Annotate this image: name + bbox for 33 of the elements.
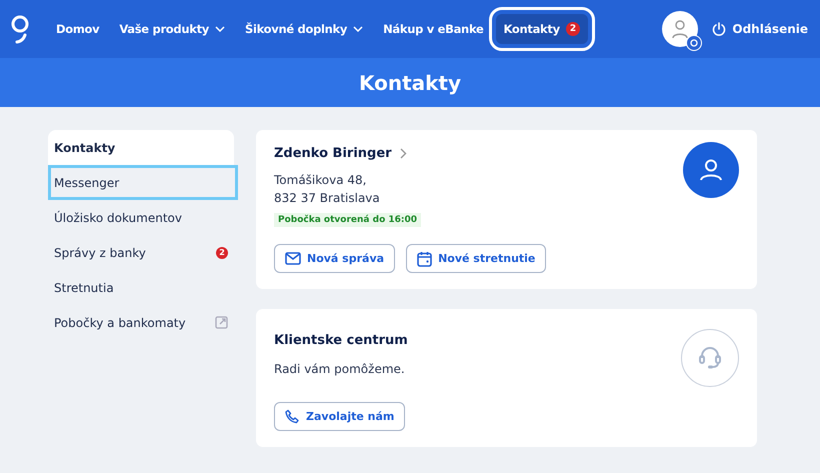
- headset-icon: [681, 329, 739, 387]
- sidebar-item[interactable]: Kontakty: [48, 130, 234, 165]
- card-text: Radi vám pomôžeme.: [274, 361, 406, 378]
- action-button[interactable]: Nová správa: [274, 244, 396, 273]
- sidebar-item[interactable]: Pobočky a bankomaty: [48, 305, 234, 340]
- logo-icon[interactable]: [10, 14, 30, 44]
- nav-item[interactable]: Nákup v eBanke: [375, 14, 492, 44]
- sidebar-item[interactable]: Stretnutia: [48, 270, 234, 305]
- chevron-right-icon[interactable]: [400, 148, 407, 159]
- sidebar-item[interactable]: Úložisko dokumentov: [48, 200, 234, 235]
- settings-icon[interactable]: [686, 35, 702, 51]
- calendar-icon: [417, 250, 432, 266]
- action-button[interactable]: Nové stretnutie: [406, 244, 546, 273]
- action-button[interactable]: Zavolajte nám: [274, 402, 406, 431]
- card-text: 832 37 Bratislava: [274, 190, 381, 207]
- phone-icon: [285, 409, 300, 424]
- power-icon: [712, 22, 726, 36]
- nav-item[interactable]: Šikovné doplnky: [236, 14, 372, 44]
- card-text: Tomášikova 48,: [274, 172, 368, 189]
- mail-icon: [285, 252, 301, 265]
- status-badge: Pobočka otvorená do 16:00: [274, 213, 422, 227]
- card-title: Zdenko Biringer: [274, 146, 392, 161]
- logout-button[interactable]: Odhlásenie: [712, 22, 808, 36]
- page-title: Kontakty: [358, 70, 462, 94]
- nav-item[interactable]: Domov: [48, 14, 108, 44]
- count-badge: 2: [566, 22, 580, 36]
- sidebar-item[interactable]: Správy z banky 2: [48, 235, 234, 270]
- user-icon: [671, 19, 690, 39]
- count-badge: 2: [216, 246, 228, 258]
- nav-item[interactable]: Vaše produkty: [111, 14, 233, 44]
- card-title: Klientske centrum: [274, 333, 408, 348]
- sidebar-item[interactable]: Messenger: [48, 165, 238, 200]
- nav-item[interactable]: Kontakty 2: [496, 14, 588, 44]
